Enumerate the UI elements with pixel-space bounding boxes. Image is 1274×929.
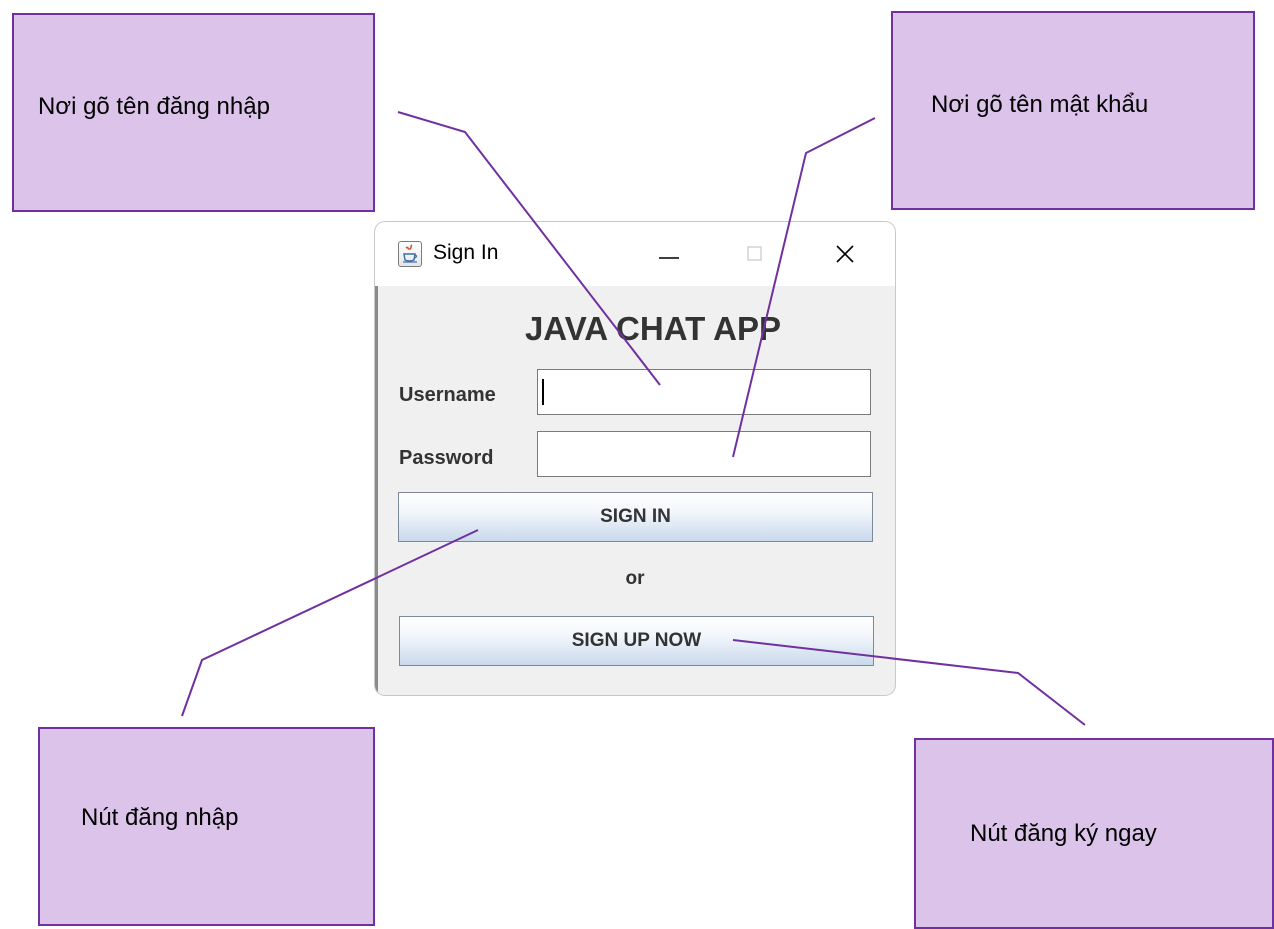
close-button[interactable] (815, 234, 875, 274)
minimize-button[interactable] (639, 234, 699, 274)
sign-in-window: Sign In JAVA CHAT APP Username Password … (375, 222, 895, 695)
callout-username: Nơi gõ tên đăng nhập (12, 13, 375, 212)
sign-in-button-label: SIGN IN (600, 506, 671, 527)
callout-sign-in-text: Nút đăng nhập (81, 804, 239, 831)
close-icon (836, 245, 854, 263)
or-separator: or (625, 568, 645, 589)
callout-sign-in: Nút đăng nhập (38, 727, 375, 926)
java-cup-icon (398, 241, 422, 267)
callout-password-text: Nơi gõ tên mật khẩu (931, 91, 1149, 118)
sign-up-now-button[interactable]: SIGN UP NOW (399, 616, 874, 666)
callout-password: Nơi gõ tên mật khẩu (891, 11, 1255, 210)
password-label: Password (399, 447, 494, 469)
sign-up-button-label: SIGN UP NOW (571, 630, 702, 651)
maximize-button[interactable] (725, 234, 785, 274)
maximize-icon (747, 246, 762, 261)
username-label: Username (399, 384, 496, 406)
password-input[interactable] (537, 431, 871, 477)
title-bar[interactable]: Sign In (375, 222, 895, 286)
window-title: Sign In (433, 241, 499, 264)
username-input[interactable] (537, 369, 871, 415)
minimize-icon (659, 257, 679, 259)
callout-username-text: Nơi gõ tên đăng nhập (38, 93, 270, 120)
app-title: JAVA CHAT APP (524, 310, 782, 347)
text-caret (542, 379, 544, 405)
callout-sign-up-text: Nút đăng ký ngay (970, 820, 1157, 847)
sign-in-button[interactable]: SIGN IN (398, 492, 873, 542)
callout-sign-up: Nút đăng ký ngay (914, 738, 1274, 929)
